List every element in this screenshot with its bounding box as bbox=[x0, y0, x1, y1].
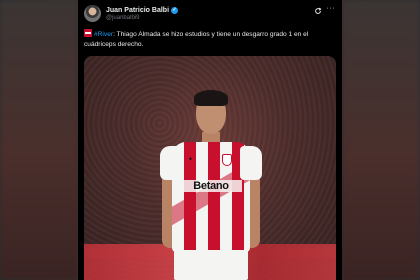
hashtag-link[interactable]: #River bbox=[94, 31, 113, 38]
author-name-row: Juan Patricio Balbi ✓ bbox=[106, 5, 179, 15]
more-options-icon[interactable]: ··· bbox=[327, 5, 336, 12]
tweet-header: Juan Patricio Balbi ✓ @juanbalbi9 ··· bbox=[84, 4, 336, 24]
verified-badge-icon: ✓ bbox=[171, 6, 179, 14]
jersey-right-sleeve bbox=[240, 146, 262, 180]
blurred-backdrop-left bbox=[0, 0, 78, 280]
club-crest-icon bbox=[222, 154, 232, 166]
author-handle[interactable]: @juanbalbi9 bbox=[106, 15, 139, 21]
jersey-sash bbox=[172, 142, 250, 252]
player-figure: ✦ Betano bbox=[156, 88, 266, 280]
player-shorts bbox=[174, 250, 248, 280]
refresh-icon[interactable] bbox=[314, 7, 322, 15]
avatar[interactable] bbox=[84, 5, 101, 22]
jersey-left-sleeve bbox=[160, 146, 182, 180]
tweet-text: #River: Thiago Almada se hizo estudios y… bbox=[84, 29, 336, 50]
tweet-card[interactable]: Juan Patricio Balbi ✓ @juanbalbi9 ··· #R… bbox=[78, 0, 342, 280]
tweet-body-text: : Thiago Almada se hizo estudios y tiene… bbox=[84, 31, 309, 48]
player-hair bbox=[194, 90, 228, 106]
jersey-sponsor-text: Betano bbox=[180, 180, 242, 192]
river-flag-emoji-icon bbox=[84, 29, 92, 37]
tweet-photo[interactable]: ✦ Betano bbox=[84, 56, 336, 280]
kit-brand-icon: ✦ bbox=[188, 157, 194, 163]
author-display-name[interactable]: Juan Patricio Balbi bbox=[106, 7, 169, 14]
blurred-backdrop-right bbox=[342, 0, 420, 280]
